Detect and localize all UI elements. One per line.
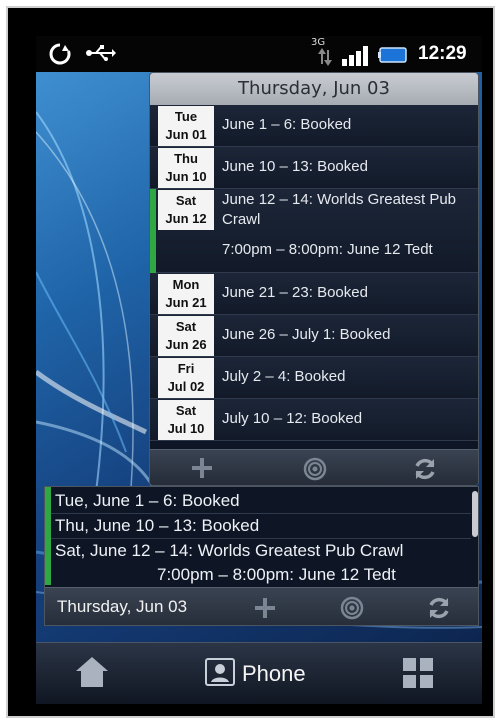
sync-icon xyxy=(48,42,72,70)
agenda-row[interactable]: Sat Jun 26 June 26 – July 1: Booked xyxy=(150,315,478,357)
refresh-icon[interactable] xyxy=(412,456,438,485)
today-indicator xyxy=(45,487,51,585)
home-icon[interactable] xyxy=(74,655,110,693)
mini-footer-date[interactable]: Thursday, Jun 03 xyxy=(57,597,187,617)
add-icon[interactable] xyxy=(253,596,277,624)
phone-contact-icon xyxy=(204,657,236,691)
divider xyxy=(51,513,471,514)
event-title: June 10 – 13: Booked xyxy=(222,158,368,175)
clock: 12:29 xyxy=(418,43,467,64)
event-title: June 1 – 6: Booked xyxy=(222,116,352,133)
signal-icon xyxy=(342,44,372,70)
date-label: Jul 02 xyxy=(167,379,205,394)
event-title: 7:00pm – 8:00pm: June 12 Tedt xyxy=(222,241,433,258)
agenda-row[interactable]: Thu Jun 10 June 10 – 13: Booked xyxy=(150,147,478,189)
battery-icon xyxy=(378,47,408,67)
day-label: Tue xyxy=(174,109,198,124)
date-label: Jun 21 xyxy=(165,295,207,310)
device-frame: 3G 12:29 Thursday, Jun 03 Tue Jun 01 Jun… xyxy=(6,6,495,718)
agenda-widget[interactable]: Thursday, Jun 03 Tue Jun 01 June 1 – 6: … xyxy=(149,72,479,486)
day-label: Thu xyxy=(174,151,198,166)
mini-event[interactable]: Thu, June 10 – 13: Booked xyxy=(55,516,259,536)
status-bar: 3G 12:29 xyxy=(36,36,482,72)
date-label: Jun 26 xyxy=(165,337,207,352)
event-title: June 21 – 23: Booked xyxy=(222,284,368,301)
mini-event[interactable]: Sat, June 12 – 14: Worlds Greatest Pub C… xyxy=(55,541,403,561)
event-title: July 10 – 12: Booked xyxy=(222,410,363,427)
phone-button[interactable]: Phone xyxy=(204,657,306,691)
agenda-row[interactable]: Sat Jun 12 June 12 – 14: Worlds Greatest… xyxy=(150,189,478,273)
date-box: Fri Jul 02 xyxy=(158,358,214,398)
date-label: Jul 10 xyxy=(167,421,205,436)
date-box: Thu Jun 10 xyxy=(158,148,214,188)
day-label: Sat xyxy=(175,403,197,418)
agenda-list: Tue Jun 01 June 1 – 6: Booked Thu Jun 10… xyxy=(150,105,478,441)
date-label: Jun 01 xyxy=(165,127,207,142)
mini-event[interactable]: 7:00pm – 8:00pm: June 12 Tedt xyxy=(157,565,396,585)
agenda-toolbar xyxy=(150,449,478,485)
mini-agenda-widget[interactable]: Tue, June 1 – 6: Booked Thu, June 10 – 1… xyxy=(44,486,479,626)
agenda-row[interactable]: Mon Jun 21 June 21 – 23: Booked xyxy=(150,273,478,315)
day-label: Sat xyxy=(175,319,197,334)
today-indicator xyxy=(150,189,156,273)
network-type-label: 3G xyxy=(311,37,326,48)
refresh-icon[interactable] xyxy=(426,595,452,625)
data-arrows-icon xyxy=(318,48,332,70)
agenda-header-date[interactable]: Thursday, Jun 03 xyxy=(150,73,478,105)
settings-icon[interactable] xyxy=(339,595,365,625)
scrollbar[interactable] xyxy=(472,491,478,537)
event-title: June 26 – July 1: Booked xyxy=(222,326,391,343)
add-icon[interactable] xyxy=(190,456,214,484)
event-title-continued: Crawl xyxy=(222,211,261,228)
date-box: Tue Jun 01 xyxy=(158,106,214,146)
date-label: Jun 12 xyxy=(165,211,207,226)
day-label: Fri xyxy=(177,361,195,376)
dock-bar: Phone xyxy=(36,642,482,704)
agenda-row[interactable]: Tue Jun 01 June 1 – 6: Booked xyxy=(150,105,478,147)
date-box: Mon Jun 21 xyxy=(158,274,214,314)
mini-toolbar: Thursday, Jun 03 xyxy=(45,587,478,625)
divider xyxy=(51,538,471,539)
phone-screen: 3G 12:29 Thursday, Jun 03 Tue Jun 01 Jun… xyxy=(36,36,482,704)
usb-icon xyxy=(86,44,116,66)
mini-event[interactable]: Tue, June 1 – 6: Booked xyxy=(55,491,240,511)
date-label: Jun 10 xyxy=(165,169,207,184)
event-title: July 2 – 4: Booked xyxy=(222,368,346,385)
settings-icon[interactable] xyxy=(302,456,328,485)
date-box: Sat Jul 10 xyxy=(158,400,214,440)
phone-label: Phone xyxy=(242,661,306,686)
date-box: Sat Jun 26 xyxy=(158,316,214,356)
event-title: June 12 – 14: Worlds Greatest Pub xyxy=(222,191,457,208)
agenda-row[interactable]: Sat Jul 10 July 10 – 12: Booked xyxy=(150,399,478,441)
day-label: Mon xyxy=(172,277,200,292)
date-box: Sat Jun 12 xyxy=(158,190,214,230)
day-label: Sat xyxy=(175,193,197,208)
agenda-row[interactable]: Fri Jul 02 July 2 – 4: Booked xyxy=(150,357,478,399)
all-apps-icon[interactable] xyxy=(402,657,434,693)
